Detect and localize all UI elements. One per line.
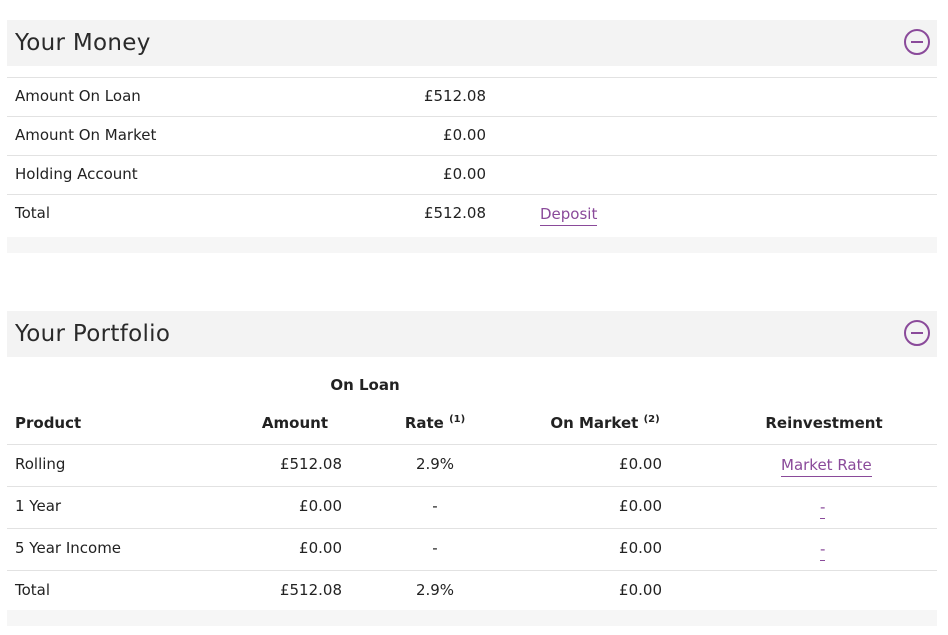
money-row-value: £0.00 — [443, 126, 486, 144]
money-row-total: Total £512.08 Deposit — [7, 194, 937, 238]
on-market-cell: £0.00 — [619, 581, 662, 599]
reinvestment-link[interactable]: - — [820, 498, 826, 519]
rate-cell: 2.9% — [415, 581, 455, 599]
reinvestment-link[interactable]: Market Rate — [781, 456, 872, 477]
rate-cell: 2.9% — [415, 455, 455, 473]
money-row-value: £512.08 — [423, 87, 486, 105]
money-collapse-button[interactable] — [904, 29, 930, 55]
on-market-cell: £0.00 — [619, 539, 662, 557]
on-market-footnote-marker: (2) — [643, 414, 660, 425]
rate-cell: - — [432, 497, 438, 515]
column-header-rate-text: Rate — [404, 414, 444, 432]
portfolio-collapse-button[interactable] — [904, 320, 930, 346]
on-market-cell: £0.00 — [619, 497, 662, 515]
money-panel-header: Your Money — [7, 20, 937, 66]
reinvestment-link[interactable]: - — [820, 540, 826, 561]
portfolio-row-rolling: Rolling £512.08 2.9% £0.00 Market Rate — [7, 444, 937, 486]
money-row-label: Amount On Loan — [15, 87, 141, 105]
rate-footnote-marker: (1) — [449, 414, 466, 425]
portfolio-row-total: Total £512.08 2.9% £0.00 — [7, 570, 937, 611]
amount-cell: £512.08 — [279, 581, 342, 599]
deposit-link[interactable]: Deposit — [540, 205, 598, 226]
amount-cell: £0.00 — [299, 539, 342, 557]
portfolio-panel-footer — [7, 610, 937, 626]
column-header-on-market-text: On Market — [550, 414, 639, 432]
portfolio-panel-header: Your Portfolio — [7, 311, 937, 357]
money-row-label: Holding Account — [15, 165, 138, 183]
money-row-amount-on-market: Amount On Market £0.00 — [7, 116, 937, 155]
money-row-label: Amount On Market — [15, 126, 157, 144]
product-cell: 1 Year — [15, 497, 62, 515]
money-panel-title: Your Money — [15, 30, 151, 56]
amount-cell: £512.08 — [279, 455, 342, 473]
money-row-value: £512.08 — [423, 204, 486, 222]
amount-cell: £0.00 — [299, 497, 342, 515]
portfolio-row-5-year-income: 5 Year Income £0.00 - £0.00 - — [7, 528, 937, 570]
column-header-on-market: On Market (2) — [530, 414, 680, 432]
money-row-holding-account: Holding Account £0.00 — [7, 155, 937, 194]
column-header-amount: Amount — [261, 414, 328, 432]
money-row-value: £0.00 — [443, 165, 486, 183]
product-cell: Rolling — [15, 455, 66, 473]
money-panel-footer — [7, 237, 937, 253]
portfolio-panel-title: Your Portfolio — [15, 321, 171, 347]
money-row-amount-on-loan: Amount On Loan £512.08 — [7, 77, 937, 116]
product-cell: 5 Year Income — [15, 539, 122, 557]
column-header-reinvestment: Reinvestment — [765, 414, 883, 432]
minus-circle-icon — [911, 332, 923, 334]
on-loan-group-header: On Loan — [330, 376, 400, 394]
minus-circle-icon — [911, 41, 923, 43]
rate-cell: - — [432, 539, 438, 557]
money-row-label: Total — [15, 204, 51, 222]
column-header-rate: Rate (1) — [385, 414, 485, 432]
product-cell: Total — [15, 581, 51, 599]
on-market-cell: £0.00 — [619, 455, 662, 473]
portfolio-row-1-year: 1 Year £0.00 - £0.00 - — [7, 486, 937, 528]
column-header-product: Product — [15, 414, 82, 432]
